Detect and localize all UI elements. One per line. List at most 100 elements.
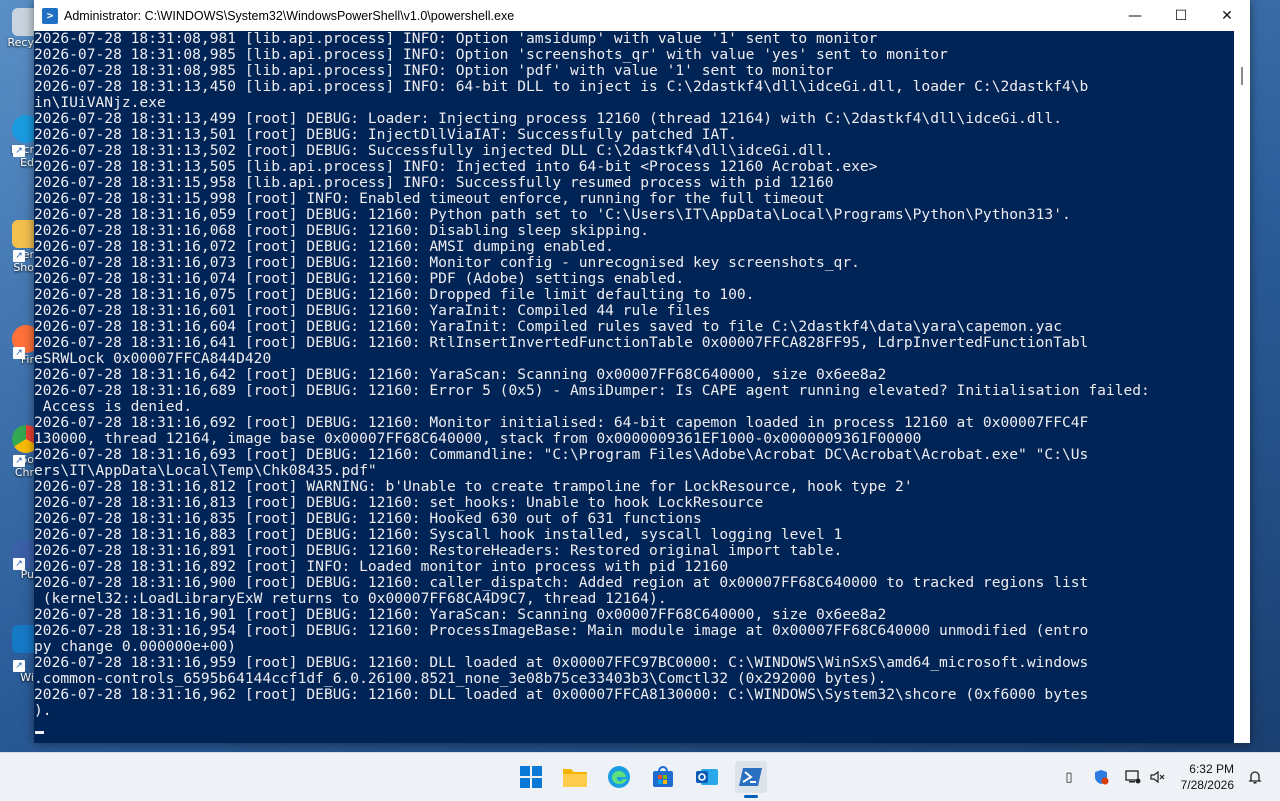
close-button[interactable]: ✕ bbox=[1204, 0, 1250, 31]
vertical-scrollbar[interactable] bbox=[1234, 31, 1250, 743]
console-line: 2026-07-28 18:31:16,901 [root] DEBUG: 12… bbox=[34, 606, 887, 623]
system-clock[interactable]: 6:32 PM 7/28/2026 bbox=[1181, 761, 1234, 793]
window-controls: — ☐ ✕ bbox=[1112, 0, 1250, 31]
console-line: py change 0.000000e+00) bbox=[34, 638, 237, 655]
console-line: 2026-07-28 18:31:16,074 [root] DEBUG: 12… bbox=[34, 270, 685, 287]
edge-icon bbox=[12, 115, 34, 143]
powershell-icon bbox=[739, 768, 762, 786]
console-line: 2026-07-28 18:31:16,601 [root] DEBUG: 12… bbox=[34, 302, 711, 319]
taskbar-outlook[interactable] bbox=[691, 761, 723, 793]
console-line: .common-controls_6595b64144ccf1df_6.0.26… bbox=[34, 670, 887, 687]
clock-time: 6:32 PM bbox=[1189, 762, 1234, 776]
console-line: 2026-07-28 18:31:15,958 [lib.api.process… bbox=[34, 174, 834, 191]
store-icon bbox=[653, 766, 673, 787]
console-line: Access is denied. bbox=[34, 398, 193, 415]
console-line: 2026-07-28 18:31:16,693 [root] DEBUG: 12… bbox=[34, 446, 1089, 463]
powershell-icon: > bbox=[42, 7, 58, 24]
console-line: 2026-07-28 18:31:16,959 [root] DEBUG: 12… bbox=[34, 654, 1089, 671]
scrollbar-thumb[interactable] bbox=[1241, 67, 1243, 85]
console-line: 2026-07-28 18:31:16,813 [root] DEBUG: 12… bbox=[34, 494, 764, 511]
console-line: 2026-07-28 18:31:16,059 [root] DEBUG: 12… bbox=[34, 206, 1071, 223]
wireshark-icon bbox=[12, 625, 34, 653]
console-line: 2026-07-28 18:31:08,985 [lib.api.process… bbox=[34, 62, 834, 79]
desktop-icon-label-2: Sho bbox=[13, 261, 34, 274]
console-line: in\IUiVANjz.exe bbox=[34, 94, 166, 111]
console-line: 2026-07-28 18:31:16,072 [root] DEBUG: 12… bbox=[34, 238, 614, 255]
taskbar-file-explorer[interactable] bbox=[559, 761, 591, 793]
console-line: 2026-07-28 18:31:13,450 [lib.api.process… bbox=[34, 78, 1089, 95]
shortcut-arrow-icon: ↗ bbox=[13, 660, 25, 672]
console-line: 2026-07-28 18:31:13,501 [root] DEBUG: In… bbox=[34, 126, 737, 143]
desktop-icon-putty[interactable]: ↗ Pu bbox=[0, 540, 34, 581]
usb-device-icon[interactable]: ▯ bbox=[1060, 768, 1078, 786]
clock-date: 7/28/2026 bbox=[1180, 778, 1234, 792]
shortcut-arrow-icon: ↗ bbox=[13, 558, 25, 570]
console-line: 2026-07-28 18:31:16,073 [root] DEBUG: 12… bbox=[34, 254, 860, 271]
console-line: 2026-07-28 18:31:08,985 [lib.api.process… bbox=[34, 46, 948, 63]
folder-icon bbox=[563, 769, 587, 787]
desktop-icon-label: Wi bbox=[20, 671, 34, 684]
console-line: ers\IT\AppData\Local\Temp\Chk08435.pdf" bbox=[34, 462, 377, 479]
outlook-icon bbox=[696, 769, 718, 785]
taskbar-edge[interactable] bbox=[603, 761, 635, 793]
desktop-icon-chrome[interactable]: ↗ Go Chr bbox=[0, 425, 34, 479]
console-line: 2026-07-28 18:31:16,068 [root] DEBUG: 12… bbox=[34, 222, 650, 239]
recycle-bin-icon bbox=[12, 8, 34, 36]
text-cursor bbox=[35, 731, 44, 734]
console-line: 2026-07-28 18:31:16,892 [root] INFO: Loa… bbox=[34, 558, 729, 575]
security-shield-icon[interactable] bbox=[1092, 768, 1110, 786]
network-icon[interactable] bbox=[1124, 768, 1142, 786]
notification-bell-icon[interactable] bbox=[1246, 768, 1264, 786]
console-line: 2026-07-28 18:31:16,075 [root] DEBUG: 12… bbox=[34, 286, 755, 303]
console-line: 2026-07-28 18:31:16,604 [root] DEBUG: 12… bbox=[34, 318, 1062, 335]
window-title: Administrator: C:\WINDOWS\System32\Windo… bbox=[64, 8, 515, 23]
console-line: 2026-07-28 18:31:16,641 [root] DEBUG: 12… bbox=[34, 334, 1089, 351]
console-line: 130000, thread 12164, image base 0x00007… bbox=[34, 430, 922, 447]
taskbar-store[interactable] bbox=[647, 761, 679, 793]
console-text: 2026-07-28 18:31:08,981 [lib.api.process… bbox=[34, 31, 1234, 719]
console-line: 2026-07-28 18:31:16,900 [root] DEBUG: 12… bbox=[34, 574, 1089, 591]
console-line: 2026-07-28 18:31:16,891 [root] DEBUG: 12… bbox=[34, 542, 843, 559]
console-line: 2026-07-28 18:31:16,642 [root] DEBUG: 12… bbox=[34, 366, 887, 383]
folder-icon bbox=[12, 220, 34, 248]
start-button[interactable] bbox=[515, 761, 547, 793]
console-line: 2026-07-28 18:31:15,998 [root] INFO: Ena… bbox=[34, 190, 825, 207]
title-bar[interactable]: > Administrator: C:\WINDOWS\System32\Win… bbox=[34, 0, 1250, 31]
shortcut-arrow-icon: ↗ bbox=[13, 145, 25, 157]
console-line: 2026-07-28 18:31:16,954 [root] DEBUG: 12… bbox=[34, 622, 1089, 639]
console-line: ). bbox=[34, 702, 52, 719]
desktop-icon-label: Recy bbox=[7, 36, 34, 49]
console-line: 2026-07-28 18:31:13,502 [root] DEBUG: Su… bbox=[34, 142, 834, 159]
minimize-button[interactable]: — bbox=[1112, 0, 1158, 31]
shortcut-arrow-icon: ↗ bbox=[13, 347, 25, 359]
taskbar: ▯ 6:32 PM 7/28/2026 bbox=[0, 752, 1280, 801]
console-line: 2026-07-28 18:31:16,812 [root] WARNING: … bbox=[34, 478, 913, 495]
console-line: 2026-07-28 18:31:13,499 [root] DEBUG: Lo… bbox=[34, 110, 1062, 127]
console-line: (kernel32::LoadLibraryExW returns to 0x0… bbox=[34, 590, 667, 607]
maximize-button[interactable]: ☐ bbox=[1158, 0, 1204, 31]
shortcut-arrow-icon: ↗ bbox=[13, 455, 25, 467]
console-line: eSRWLock 0x00007FFCA844D420 bbox=[34, 350, 272, 367]
console-line: 2026-07-28 18:31:16,883 [root] DEBUG: 12… bbox=[34, 526, 843, 543]
edge-icon bbox=[608, 766, 630, 788]
active-app-indicator bbox=[744, 795, 758, 798]
volume-muted-icon[interactable] bbox=[1148, 768, 1166, 786]
desktop-icon-recycle-bin[interactable]: Recy bbox=[0, 8, 34, 49]
console-line: 2026-07-28 18:31:16,689 [root] DEBUG: 12… bbox=[34, 382, 1150, 399]
console-line: 2026-07-28 18:31:16,692 [root] DEBUG: 12… bbox=[34, 414, 1089, 431]
windows-logo-icon bbox=[520, 766, 542, 788]
desktop-icon-wireshark[interactable]: ↗ Wi bbox=[0, 625, 34, 684]
console-line: 2026-07-28 18:31:16,835 [root] DEBUG: 12… bbox=[34, 510, 702, 527]
console-line: 2026-07-28 18:31:13,505 [lib.api.process… bbox=[34, 158, 878, 175]
desktop-icon-firefox[interactable]: ↗ Fir bbox=[0, 325, 34, 366]
desktop-icon-label-2: Chr bbox=[14, 466, 34, 479]
desktop-icon-edge[interactable]: ↗ Micr Ed bbox=[0, 115, 34, 169]
powershell-window[interactable]: > Administrator: C:\WINDOWS\System32\Win… bbox=[34, 0, 1250, 743]
shortcut-arrow-icon: ↗ bbox=[13, 250, 25, 262]
console-output[interactable]: 2026-07-28 18:31:08,981 [lib.api.process… bbox=[34, 31, 1234, 743]
console-line: 2026-07-28 18:31:08,981 [lib.api.process… bbox=[34, 31, 878, 47]
desktop-icon-label-2: Ed bbox=[20, 156, 34, 169]
taskbar-powershell[interactable] bbox=[735, 761, 767, 793]
console-line: 2026-07-28 18:31:16,962 [root] DEBUG: 12… bbox=[34, 686, 1089, 703]
desktop-icon-folder[interactable]: ↗ Ter Sho bbox=[0, 220, 34, 274]
